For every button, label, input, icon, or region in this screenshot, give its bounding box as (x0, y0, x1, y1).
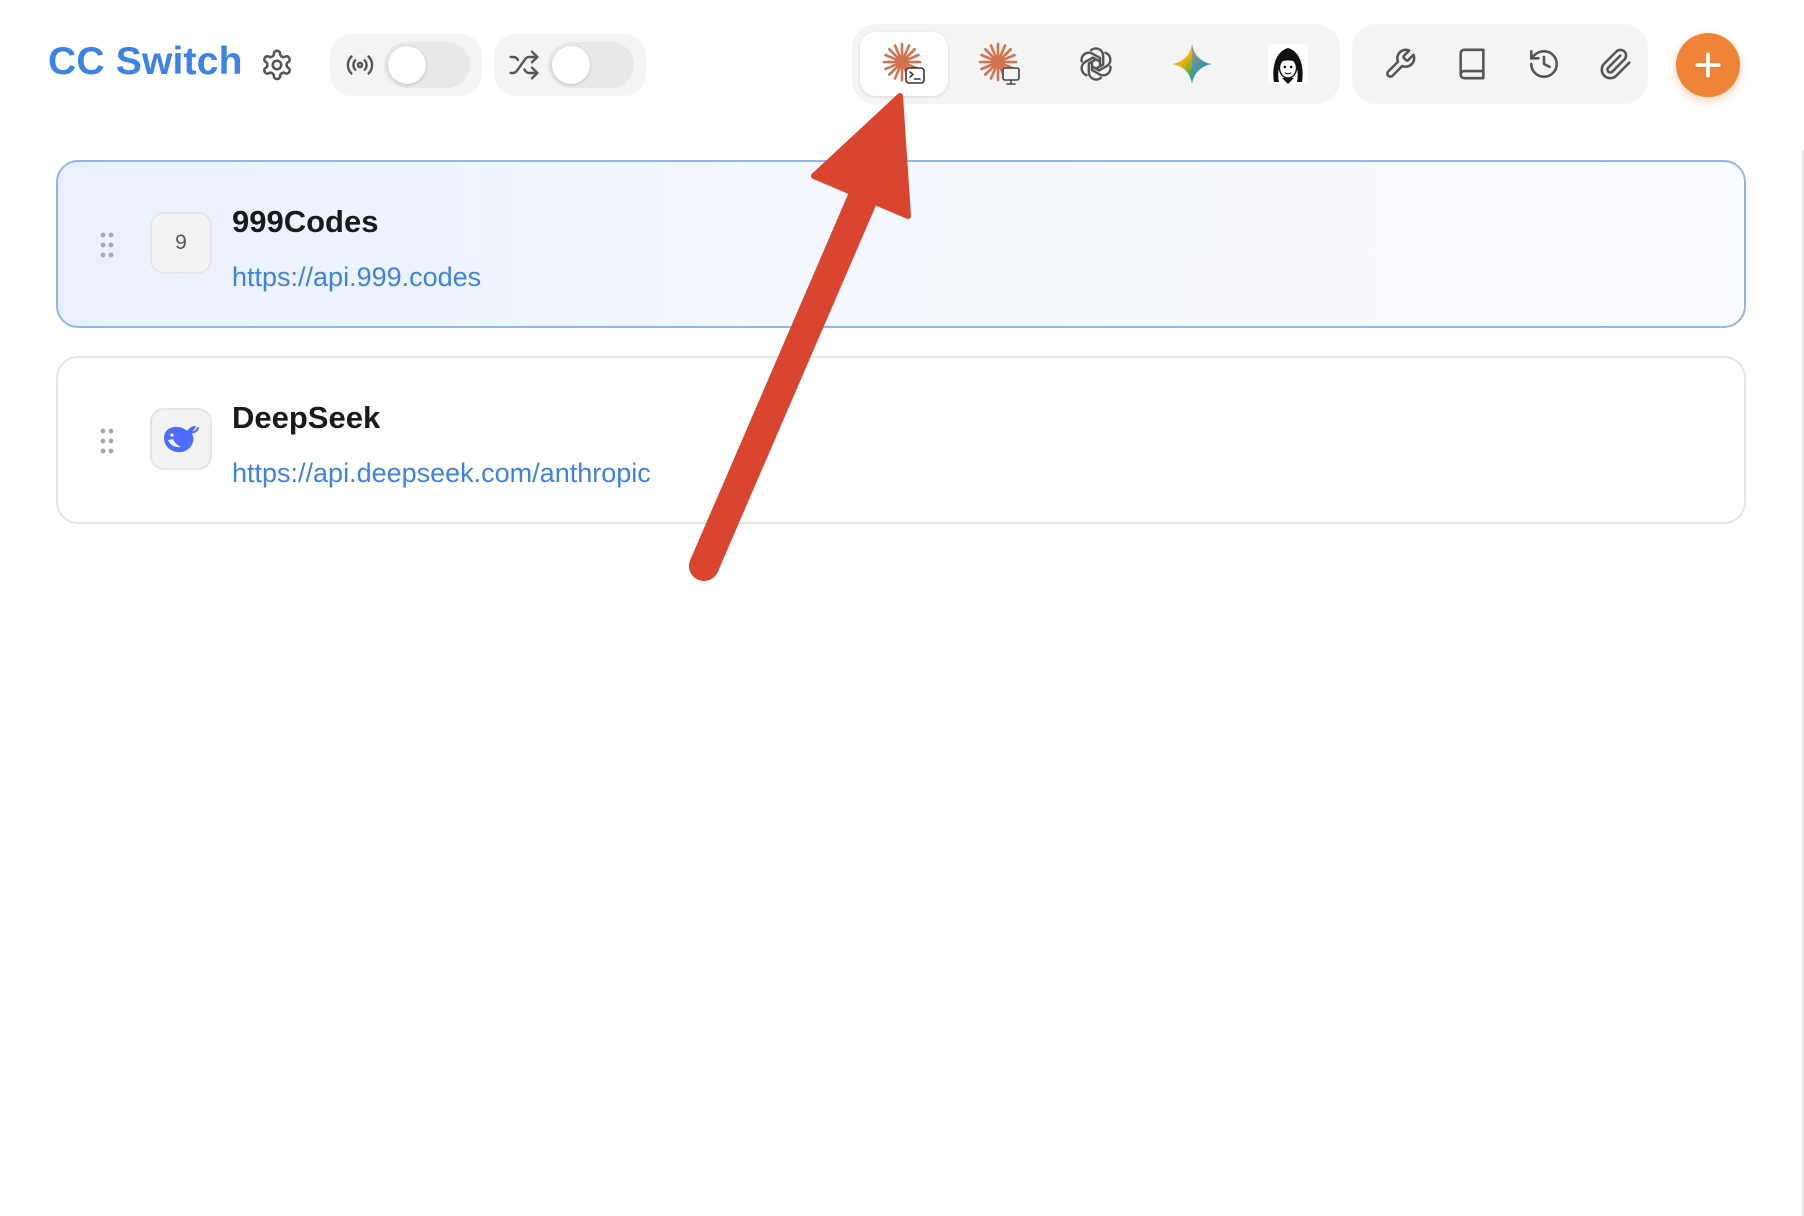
plus-icon (1695, 52, 1721, 78)
tool-group (1352, 24, 1648, 104)
wrench-icon (1386, 48, 1416, 78)
deepseek-whale-icon (164, 426, 199, 453)
app-title: CC Switch (48, 40, 243, 83)
paperclip-icon (1600, 48, 1631, 80)
gear-icon (263, 49, 291, 81)
openai-icon (1080, 47, 1112, 81)
provider-name: 999Codes (232, 204, 379, 239)
claude-terminal-icon (882, 42, 925, 84)
proxy-switch-knob (388, 46, 426, 84)
app-tabs (852, 24, 1340, 104)
settings-button[interactable] (258, 46, 296, 84)
drag-handle[interactable] (96, 228, 118, 262)
grip-dots-icon (100, 428, 114, 454)
provider-icon (150, 408, 212, 470)
provider-icon: 9 (150, 212, 212, 274)
failover-switch-knob (552, 46, 590, 84)
grip-dots-icon (100, 232, 114, 258)
shuffle-icon (506, 47, 542, 83)
failover-toggle-group (494, 34, 646, 96)
gemini-sparkle-icon (1171, 43, 1213, 85)
failover-switch[interactable] (548, 42, 634, 88)
book-icon (1459, 48, 1485, 80)
character-avatar-icon (1268, 44, 1308, 84)
provider-name: DeepSeek (232, 400, 381, 435)
claude-desktop-icon (978, 42, 1020, 85)
app-window: CC Switch 9 999Codes https://api.999.cod… (0, 0, 1804, 1216)
drag-handle[interactable] (96, 424, 118, 458)
proxy-toggle-group (330, 34, 482, 96)
provider-url[interactable]: https://api.999.codes (232, 262, 481, 293)
history-button[interactable] (1522, 42, 1566, 86)
history-icon (1529, 49, 1559, 79)
tools-button[interactable] (1378, 42, 1422, 86)
prompts-button[interactable] (1450, 42, 1494, 86)
tab-opencode[interactable] (1244, 32, 1332, 96)
tab-claude-code[interactable] (860, 32, 948, 96)
add-provider-button[interactable] (1676, 33, 1740, 97)
radio-broadcast-icon (342, 47, 378, 83)
proxy-switch[interactable] (384, 42, 470, 88)
tab-claude-desktop[interactable] (956, 32, 1044, 96)
provider-url[interactable]: https://api.deepseek.com/anthropic (232, 458, 651, 489)
tab-codex[interactable] (1052, 32, 1140, 96)
provider-card-999codes[interactable]: 9 999Codes https://api.999.codes (56, 160, 1746, 328)
attachments-button[interactable] (1594, 42, 1638, 86)
provider-card-deepseek[interactable]: DeepSeek https://api.deepseek.com/anthro… (56, 356, 1746, 524)
tab-gemini[interactable] (1148, 32, 1236, 96)
